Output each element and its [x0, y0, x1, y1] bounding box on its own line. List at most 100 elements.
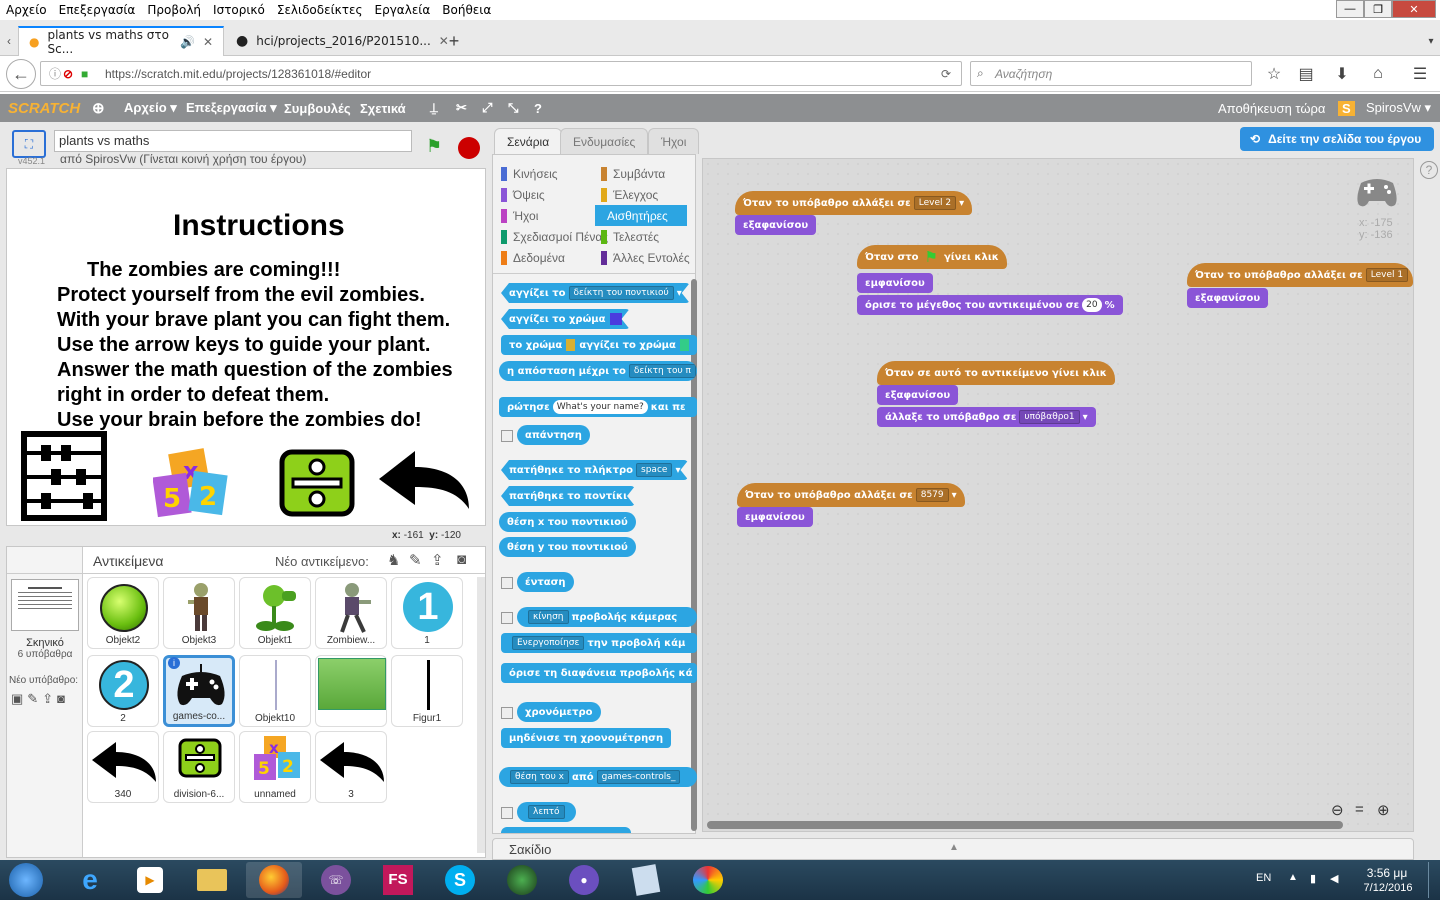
block-hide[interactable]: εξαφανίσου — [1187, 288, 1269, 308]
sprite-thumb[interactable]: Objekt10 — [239, 655, 311, 727]
hat-sprite-clicked[interactable]: Όταν σε αυτό το αντικείμενο γίνει κλικ — [877, 361, 1115, 385]
block-mouse-x[interactable]: θέση x του ποντικιού — [499, 512, 636, 532]
category-pen[interactable]: Σχεδιασμοί Πένας — [501, 226, 608, 247]
block-answer[interactable]: απάντηση — [517, 425, 590, 445]
block-hide[interactable]: εξαφανίσου — [735, 215, 817, 235]
sprite-thumb[interactable]: Objekt2 — [87, 577, 159, 649]
blocked-content-icon[interactable]: ⊘ — [63, 67, 73, 81]
sprite-thumb[interactable]: 1 1 — [391, 577, 463, 649]
category-operators[interactable]: Τελεστές — [601, 226, 690, 247]
delete-tool-icon[interactable]: ✂ — [456, 94, 467, 122]
block-key-pressed[interactable]: πατήθηκε το πλήκτρο space ▾ — [501, 460, 688, 480]
block-mouse-y[interactable]: θέση y του ποντικιού — [499, 537, 636, 557]
close-tab-icon[interactable]: ✕ — [203, 35, 213, 49]
shrink-tool-icon[interactable]: ⤡ — [508, 94, 518, 122]
upload-backdrop-icon[interactable]: ⇪ — [42, 691, 57, 706]
category-looks[interactable]: Όψεις — [501, 184, 608, 205]
grow-tool-icon[interactable]: ⤢ — [482, 94, 492, 122]
block-dropdown[interactable]: δείκτη του π — [628, 364, 696, 378]
sprite-thumb[interactable]: Objekt1 — [239, 577, 311, 649]
viber-icon[interactable]: ☏ — [308, 862, 364, 898]
sprite-thumb[interactable]: Objekt3 — [163, 577, 235, 649]
block-video-motion[interactable]: κίνηση προβολής κάμερας — [517, 607, 697, 627]
menu-tools[interactable]: Εργαλεία — [369, 3, 437, 17]
block-loudness[interactable]: ένταση — [517, 572, 574, 592]
tab-scripts[interactable]: Σενάρια — [494, 128, 563, 154]
info-icon[interactable]: ⓘ — [49, 65, 61, 82]
clock-time[interactable]: 3:56 μμ — [1362, 866, 1412, 880]
zoom-in-icon[interactable]: ⊕ — [1377, 801, 1390, 819]
block-mouse-down[interactable]: πατήθηκε το ποντίκι — [501, 486, 635, 506]
checkbox-loudness[interactable] — [501, 577, 513, 589]
block-hide[interactable]: εξαφανίσου — [877, 385, 959, 405]
menu-file[interactable]: Αρχείο — [0, 3, 53, 17]
menu-view[interactable]: Προβολή — [141, 3, 207, 17]
color-swatch[interactable] — [610, 313, 622, 325]
hat-backdrop-switches[interactable]: Όταν το υπόβαθρο αλλάξει σε Level 2 ▾ — [735, 191, 973, 215]
home-icon[interactable]: ⌂ — [1366, 62, 1390, 86]
scratch-cat-icon[interactable]: ● — [556, 862, 612, 898]
block-input[interactable]: 20 — [1082, 298, 1102, 312]
block-timer[interactable]: χρονόμετρο — [517, 702, 601, 722]
block-dropdown[interactable]: θέση του x — [510, 770, 569, 784]
checkbox-video-motion[interactable] — [501, 612, 513, 624]
block-dropdown[interactable]: Level 1 — [1365, 268, 1409, 282]
fullscreen-icon[interactable]: ⛶ — [12, 130, 46, 158]
hat-green-flag-clicked[interactable]: Όταν στο ⚑ γίνει κλικ — [857, 245, 1007, 269]
zoom-out-icon[interactable]: ⊖ — [1331, 801, 1344, 819]
menu-help[interactable]: Βοήθεια — [436, 3, 497, 17]
camera-backdrop-icon[interactable]: ◙ — [57, 691, 69, 706]
menu-history[interactable]: Ιστορικό — [207, 3, 271, 17]
scratch-menu-file[interactable]: Αρχείο ▾ — [124, 94, 177, 122]
network-icon[interactable]: ▮ — [1310, 872, 1316, 885]
block-distance-to[interactable]: η απόσταση μέχρι το δείκτη του π — [499, 361, 697, 381]
reading-list-icon[interactable]: ▤ — [1294, 62, 1318, 86]
stage[interactable]: Instructions The zombies are coming!!! P… — [6, 168, 486, 526]
maximize-button[interactable]: ❐ — [1364, 0, 1392, 18]
search-field[interactable]: ⌕ Αναζήτηση — [970, 61, 1252, 86]
scratch-logo[interactable]: SCRATCH — [8, 94, 80, 122]
scripts-area[interactable]: x: -175 y: -136 Όταν το υπόβαθρο αλλάξει… — [702, 158, 1414, 832]
backpack-bar[interactable]: Σακίδιο ▲ — [492, 838, 1414, 860]
block-dropdown[interactable]: space — [636, 463, 672, 477]
fs-app-icon[interactable]: FS — [370, 862, 426, 898]
sprite-thumb[interactable]: 3 — [315, 731, 387, 803]
backdrop-library-icon[interactable]: ▣ — [11, 691, 27, 706]
clock-date[interactable]: 7/12/2016 — [1358, 882, 1418, 894]
camera-sprite-icon[interactable]: ◙ — [457, 551, 466, 568]
save-now-link[interactable]: Αποθήκευση τώρα — [1218, 94, 1325, 122]
back-arrow-icon[interactable]: ← — [6, 59, 36, 89]
tray-chevron-icon[interactable]: ▲ — [1288, 872, 1298, 883]
notepad-icon[interactable] — [618, 862, 674, 898]
block-set-video-transparency[interactable]: όρισε τη διαφάνεια προβολής κά — [501, 663, 697, 683]
scratch-menu-tips[interactable]: Συμβουλές — [284, 94, 351, 122]
color-swatch[interactable] — [679, 339, 689, 351]
block-dropdown[interactable]: κίνηση — [528, 610, 569, 624]
paint-sprite-icon[interactable]: ✎ — [409, 551, 422, 569]
minimize-button[interactable]: — — [1336, 0, 1364, 18]
block-attribute-of[interactable]: θέση του x από games-controls_ — [499, 767, 697, 787]
block-turn-video[interactable]: Ενεργοποίησε την προβολή κάμ — [501, 633, 697, 653]
abacus-icon[interactable] — [21, 431, 107, 521]
reload-icon[interactable]: ⟳ — [941, 67, 951, 81]
menu-edit[interactable]: Επεξεργασία — [53, 3, 142, 17]
block-show[interactable]: εμφανίσου — [737, 507, 813, 527]
math-cards-icon[interactable]: x 5 2 — [153, 447, 233, 523]
hat-backdrop-switches[interactable]: Όταν το υπόβαθρο αλλάξει σε 8579 ▾ — [737, 483, 965, 507]
tab-scroll-left-icon[interactable]: ‹ — [0, 26, 18, 56]
downloads-icon[interactable]: ⬇ — [1330, 62, 1354, 86]
block-dropdown[interactable]: 8579 — [915, 488, 949, 502]
help-icon[interactable]: ? — [1420, 161, 1438, 179]
block-dropdown[interactable]: λεπτό — [528, 805, 565, 819]
speaker-icon[interactable]: 🔊 — [180, 35, 195, 49]
duplicate-tool-icon[interactable]: ⍊ — [430, 94, 438, 122]
block-touching-color[interactable]: αγγίζει το χρώμα — [501, 309, 630, 329]
sprite-thumb[interactable]: division-6... — [163, 731, 235, 803]
list-tabs-icon[interactable]: ▾ — [1424, 26, 1438, 56]
user-menu[interactable]: SpirosVw ▾ — [1366, 94, 1431, 122]
category-sound[interactable]: Ήχοι — [501, 205, 608, 226]
category-sensing[interactable]: Αισθητήρες — [595, 205, 687, 226]
block-dropdown[interactable]: υπόβαθρο1 — [1019, 410, 1080, 424]
block-show[interactable]: εμφανίσου — [857, 273, 933, 293]
tab-github[interactable]: ● hci/projects_2016/P201510... ✕ — [226, 26, 449, 56]
